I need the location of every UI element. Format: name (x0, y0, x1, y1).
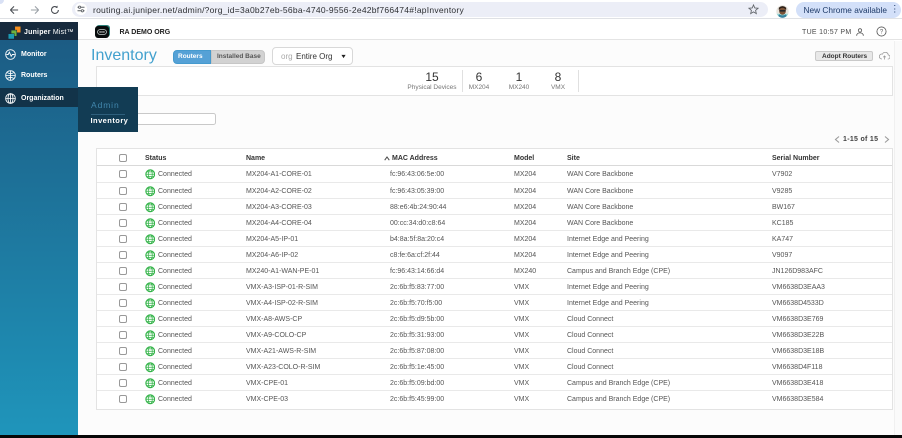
svg-text:?: ? (880, 30, 884, 36)
